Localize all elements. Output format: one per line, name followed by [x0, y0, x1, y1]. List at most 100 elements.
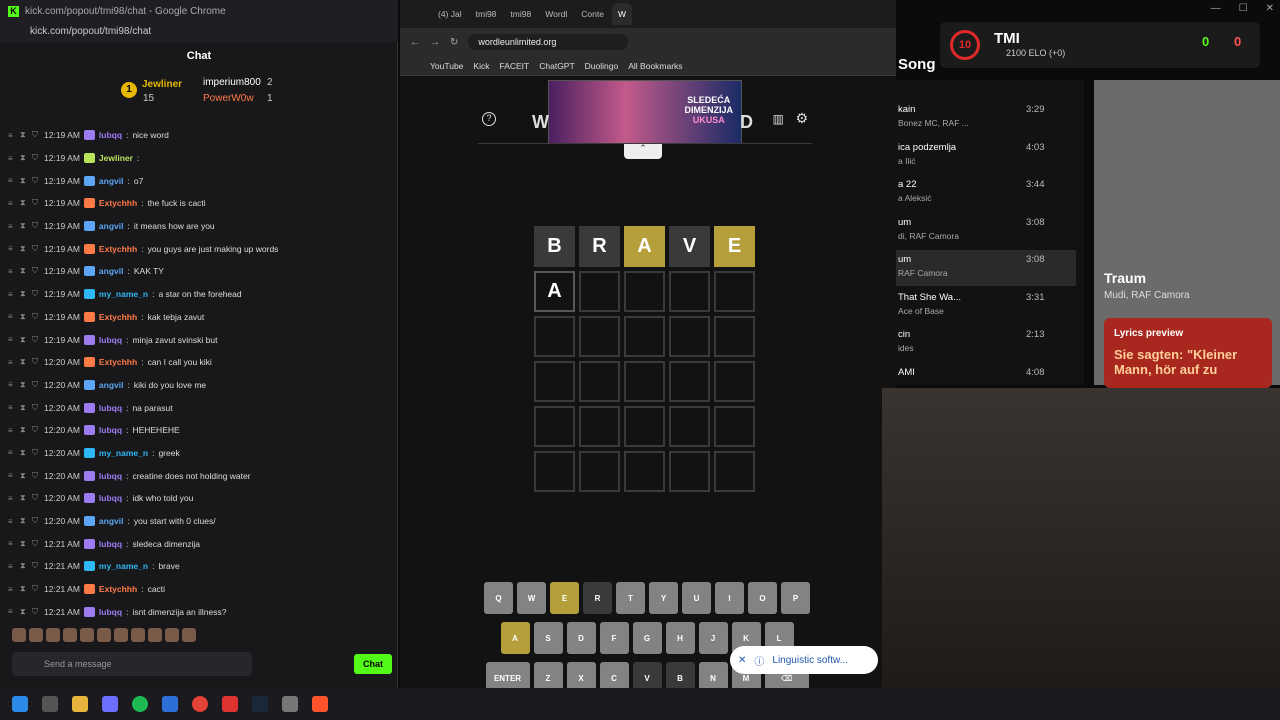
timer-icon[interactable]: ⧗ — [20, 130, 28, 140]
message-username[interactable]: Extychhh — [99, 312, 137, 322]
menu-icon[interactable]: ≡ — [8, 244, 16, 253]
menu-icon[interactable]: ≡ — [8, 517, 16, 526]
timer-icon[interactable]: ⧗ — [20, 357, 28, 367]
keyboard-key[interactable]: J — [698, 622, 728, 654]
shield-icon[interactable]: ⛉ — [32, 448, 40, 458]
message-username[interactable]: angvil — [99, 221, 124, 231]
message-username[interactable]: Extychhh — [99, 198, 137, 208]
keyboard-key[interactable]: D — [566, 622, 596, 654]
menu-icon[interactable]: ≡ — [8, 539, 16, 548]
chat-send-button[interactable]: Chat — [354, 654, 392, 674]
message-username[interactable]: Jewliner — [99, 153, 133, 163]
queue-song[interactable]: cin ides 2:13 — [896, 325, 1076, 361]
menu-icon[interactable]: ≡ — [8, 154, 16, 163]
timer-icon[interactable]: ⧗ — [20, 198, 28, 208]
shield-icon[interactable]: ⛉ — [32, 176, 40, 186]
stats-icon[interactable]: ▥ — [773, 112, 784, 126]
windows-start-icon[interactable] — [12, 696, 28, 712]
queue-song[interactable]: um di, RAF Camora 3:08 — [896, 213, 1076, 249]
menu-icon[interactable]: ≡ — [8, 403, 16, 412]
timer-icon[interactable]: ⧗ — [20, 289, 28, 299]
emote-icon[interactable] — [12, 628, 26, 642]
timer-icon[interactable]: ⧗ — [20, 471, 28, 481]
emote-icon[interactable] — [165, 628, 179, 642]
shield-icon[interactable]: ⛉ — [32, 357, 40, 367]
browser-tab[interactable]: W — [611, 3, 632, 25]
menu-icon[interactable]: ≡ — [8, 267, 16, 276]
keyboard-key[interactable]: I — [715, 582, 744, 614]
spotify-icon[interactable] — [132, 696, 148, 712]
bookmark-item[interactable]: FACEIT — [499, 61, 529, 71]
message-username[interactable]: lubqq — [99, 425, 122, 435]
bookmark-item[interactable]: All Bookmarks — [628, 61, 682, 71]
shield-icon[interactable]: ⛉ — [32, 493, 40, 503]
keyboard-key[interactable]: O — [748, 582, 777, 614]
timer-icon[interactable]: ⧗ — [20, 380, 28, 390]
browser-tab[interactable]: Conte — [575, 3, 610, 25]
close-icon[interactable]: ✕ — [1266, 3, 1274, 14]
timer-icon[interactable]: ⧗ — [20, 176, 28, 186]
message-username[interactable]: angvil — [99, 516, 124, 526]
shield-icon[interactable]: ⛉ — [32, 425, 40, 435]
keyboard-key[interactable]: Q — [484, 582, 513, 614]
shield-icon[interactable]: ⛉ — [32, 403, 40, 413]
menu-icon[interactable]: ≡ — [8, 335, 16, 344]
shield-icon[interactable]: ⛉ — [32, 335, 40, 345]
message-username[interactable]: Extychhh — [99, 584, 137, 594]
timer-icon[interactable]: ⧗ — [20, 425, 28, 435]
keyboard-key[interactable]: R — [583, 582, 612, 614]
timer-icon[interactable]: ⧗ — [20, 584, 28, 594]
keyboard-key[interactable]: P — [781, 582, 810, 614]
queue-song[interactable]: um RAF Camora 3:08 — [896, 250, 1076, 286]
timer-icon[interactable]: ⧗ — [20, 493, 28, 503]
address-bar[interactable]: wordleunlimited.org — [468, 34, 629, 50]
keyboard-key[interactable]: H — [665, 622, 695, 654]
bookmark-item[interactable]: YouTube — [430, 61, 463, 71]
menu-icon[interactable]: ≡ — [8, 380, 16, 389]
ad-collapse-button[interactable]: ⌃ — [624, 143, 662, 159]
message-username[interactable]: my_name_n — [99, 561, 148, 571]
menu-icon[interactable]: ≡ — [8, 176, 16, 185]
shield-icon[interactable]: ⛉ — [32, 130, 40, 140]
discord-icon[interactable] — [102, 696, 118, 712]
keyboard-key[interactable]: Y — [649, 582, 678, 614]
browser-tab[interactable]: Wordl — [539, 3, 573, 25]
menu-icon[interactable]: ≡ — [8, 358, 16, 367]
message-username[interactable]: angvil — [99, 176, 124, 186]
reload-icon[interactable]: ↻ — [450, 37, 458, 48]
keyboard-key[interactable]: A — [500, 622, 530, 654]
settings-icon[interactable]: ⚙ — [795, 110, 808, 127]
timer-icon[interactable]: ⧗ — [20, 539, 28, 549]
chat-url[interactable]: kick.com/popout/tmi98/chat — [0, 22, 398, 42]
shield-icon[interactable]: ⛉ — [32, 516, 40, 526]
timer-icon[interactable]: ⧗ — [20, 221, 28, 231]
emote-icon[interactable] — [46, 628, 60, 642]
toast[interactable]: ✕ ⓘ Linguistic softw... — [730, 646, 878, 674]
emote-icon[interactable] — [182, 628, 196, 642]
shield-icon[interactable]: ⛉ — [32, 380, 40, 390]
shield-icon[interactable]: ⛉ — [32, 198, 40, 208]
browser-tab[interactable]: tmi98 — [470, 3, 503, 25]
browser-tab[interactable]: (4) Jal — [432, 3, 468, 25]
message-username[interactable]: lubqq — [99, 335, 122, 345]
emote-icon[interactable] — [131, 628, 145, 642]
menu-icon[interactable]: ≡ — [8, 290, 16, 299]
message-username[interactable]: my_name_n — [99, 289, 148, 299]
message-username[interactable]: lubqq — [99, 607, 122, 617]
timer-icon[interactable]: ⧗ — [20, 244, 28, 254]
emote-icon[interactable] — [114, 628, 128, 642]
queue-song[interactable]: ica podzemlja a Ilić 4:03 — [896, 138, 1076, 174]
timer-icon[interactable]: ⧗ — [20, 403, 28, 413]
message-username[interactable]: Extychhh — [99, 357, 137, 367]
bookmark-item[interactable]: Duolingo — [585, 61, 619, 71]
message-username[interactable]: lubqq — [99, 539, 122, 549]
emote-icon[interactable] — [97, 628, 111, 642]
keyboard-key[interactable]: U — [682, 582, 711, 614]
queue-song[interactable]: a 22 a Aleksić 3:44 — [896, 175, 1076, 211]
menu-icon[interactable]: ≡ — [8, 448, 16, 457]
shield-icon[interactable]: ⛉ — [32, 244, 40, 254]
bookmark-item[interactable]: Kick — [473, 61, 489, 71]
app-icon[interactable] — [282, 696, 298, 712]
shield-icon[interactable]: ⛉ — [32, 266, 40, 276]
minimize-icon[interactable]: — — [1211, 3, 1221, 14]
